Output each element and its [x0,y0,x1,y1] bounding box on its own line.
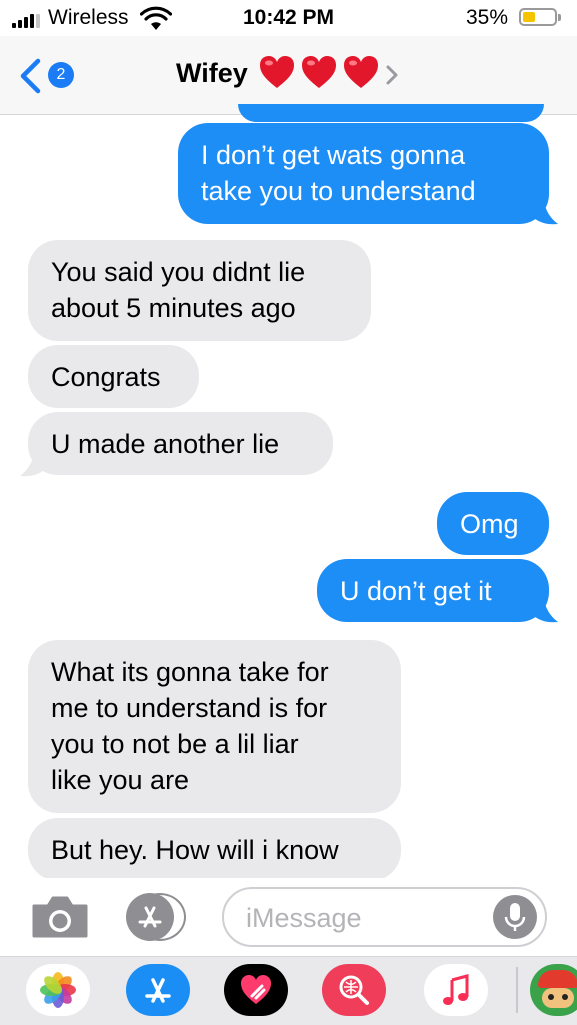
back-button[interactable]: 2 [18,56,88,96]
music-app-icon[interactable] [424,964,488,1016]
bubble-tail [532,598,558,623]
contact-name[interactable]: Wifey [176,58,248,89]
message-text: What its gonna take for [51,657,329,687]
contact-name-emoji[interactable] [258,54,380,94]
message-text: take you to understand [201,176,476,206]
message-bubble-incoming[interactable]: But hey. How will i know [28,818,401,881]
message-text: You said you didnt lie [51,257,306,287]
message-bubble-outgoing[interactable]: U don’t get it [317,559,549,622]
photos-app-icon[interactable] [26,964,90,1016]
heart-icon [342,54,380,92]
message-bubble-incoming[interactable]: U made another lie [28,412,333,475]
message-bubble-incoming[interactable]: What its gonna take for me to understand… [28,640,401,813]
message-text: I don’t get wats gonna [201,140,466,170]
message-bubble-incoming[interactable]: Congrats [28,345,199,408]
message-text: U made another lie [51,429,280,459]
message-text: But hey. How will i know [51,835,339,865]
message-text: about 5 minutes ago [51,293,296,323]
status-bar: Wireless 10:42 PM 35% [0,0,577,36]
message-composer: iMessage [0,878,577,956]
message-text: you to not be a lil liar [51,729,299,759]
heart-icon [300,54,338,92]
battery-percentage: 35% [466,6,509,29]
game-app-icon[interactable] [530,964,577,1016]
chevron-left-icon [20,58,41,94]
app-store-icon [138,906,162,928]
app-store-button[interactable] [126,893,190,941]
message-text: me to understand is for [51,693,328,723]
digital-touch-icon[interactable] [224,964,288,1016]
microphone-icon [504,903,526,931]
message-bubble-incoming[interactable]: You said you didnt lie about 5 minutes a… [28,240,371,341]
app-store-icon[interactable] [126,964,190,1016]
drawer-divider [516,967,518,1013]
web-images-icon[interactable] [322,964,386,1016]
message-text: Congrats [51,362,161,392]
camera-icon[interactable] [30,894,90,940]
message-bubble-outgoing[interactable]: I don’t get wats gonna take you to under… [178,123,549,224]
previous-message-bubble [238,104,544,122]
heart-icon [258,54,296,92]
message-text: Omg [460,509,519,539]
unread-count-badge: 2 [48,62,74,88]
message-text: U don’t get it [340,576,492,606]
bubble-tail [20,452,46,477]
imessage-input[interactable]: iMessage [222,887,547,947]
dictation-button[interactable] [493,895,537,939]
bubble-tail [532,200,558,225]
message-text: like you are [51,765,190,795]
imessage-placeholder: iMessage [246,903,362,933]
chevron-right-icon[interactable] [383,63,401,87]
battery-icon [519,8,561,26]
message-bubble-outgoing[interactable]: Omg [437,492,549,555]
imessage-app-drawer [0,956,577,1025]
